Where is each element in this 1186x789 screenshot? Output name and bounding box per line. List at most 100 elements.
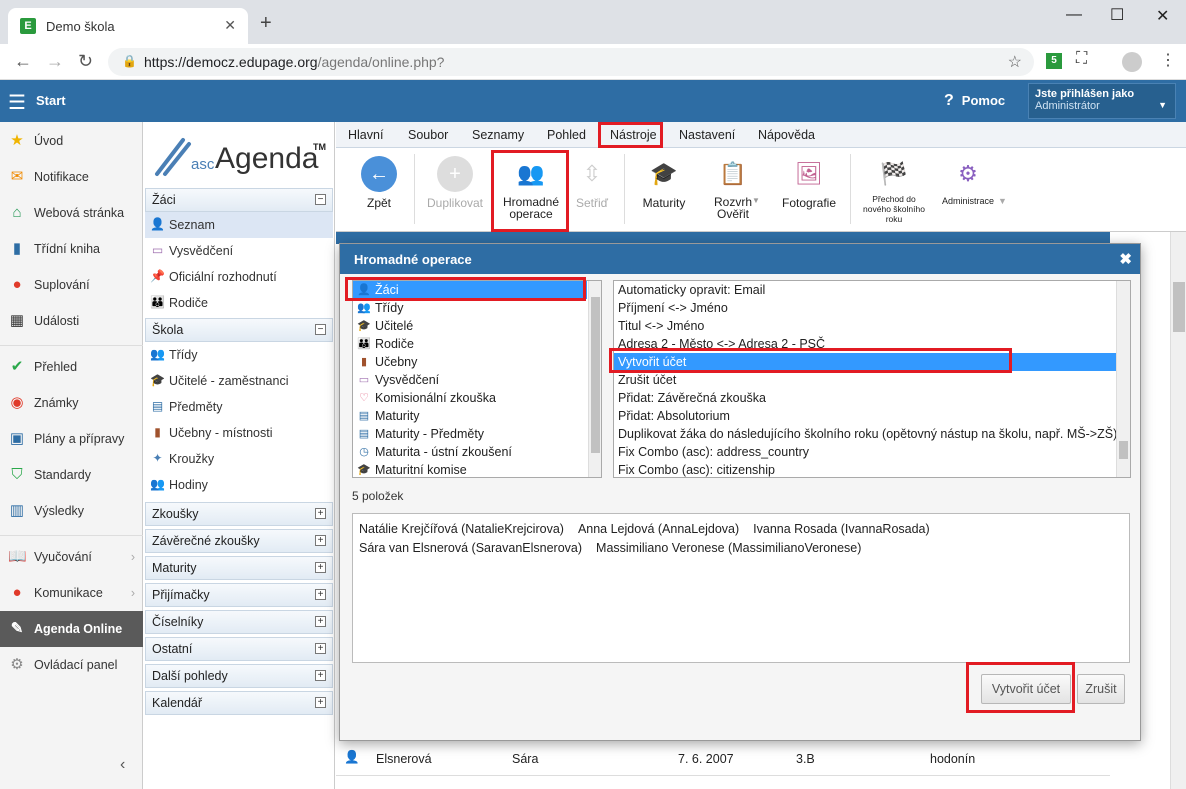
url-field[interactable]: 🔒 https://democz.edupage.org/agenda/onli… (108, 48, 1034, 76)
close-icon[interactable]: ✖ (1119, 250, 1132, 268)
nav-item-prehled[interactable]: ✔ Přehled (0, 349, 143, 385)
close-tab-icon[interactable]: ✕ (224, 17, 236, 34)
nav-item-vyucovani[interactable]: 📖 Vyučování › (0, 539, 143, 575)
section-zkousky[interactable]: Zkoušky + (145, 502, 333, 526)
prechod-button[interactable]: 🏁 Přechod do nového školního roku (856, 152, 932, 225)
list-scrollbar[interactable] (1116, 281, 1130, 477)
screen-capture-icon[interactable]: ⛶ (1076, 50, 1087, 68)
dropdown-arrow-icon[interactable]: ▼ (998, 196, 1007, 206)
expand-icon[interactable]: + (315, 643, 326, 654)
side-item-tridy[interactable]: 👥 Třídy (145, 342, 333, 368)
page-scrollbar[interactable] (1170, 232, 1186, 789)
list-item[interactable]: Fix Combo (asc): citizenship (614, 461, 775, 477)
tab-seznamy[interactable]: Seznamy (472, 128, 524, 142)
tab-nastroje[interactable]: Nástroje (610, 128, 657, 142)
nav-item-komunikace[interactable]: ● Komunikace › (0, 575, 143, 611)
list-scrollbar[interactable] (588, 281, 601, 477)
list-item[interactable]: Duplikovat žáka do následujícího školníh… (614, 425, 1117, 443)
section-ciselniky[interactable]: Číselníky + (145, 610, 333, 634)
list-item[interactable]: Zrušit účet (614, 371, 676, 389)
section-maturity[interactable]: Maturity + (145, 556, 333, 580)
administrace-button[interactable]: ⚙ Administrace (938, 152, 998, 206)
nav-item-vysledky[interactable]: ▥ Výsledky (0, 493, 143, 529)
bookmark-star-icon[interactable]: ☆ (1008, 52, 1022, 72)
close-window-icon[interactable]: ✕ (1156, 6, 1169, 26)
side-item-oficialni-rozhodnuti[interactable]: 📌 Oficiální rozhodnutí (145, 264, 333, 290)
list-item[interactable]: 👥 Třídy (353, 299, 403, 317)
setrid-button[interactable]: ⇳ Setřiď (572, 152, 612, 210)
nav-item-uvod[interactable]: ★ Úvod (0, 123, 143, 159)
nav-item-notifikace[interactable]: ✉ Notifikace (0, 159, 143, 195)
nav-item-znamky[interactable]: ◉ Známky (0, 385, 143, 421)
scrollbar-thumb[interactable] (1173, 282, 1185, 332)
dropdown-arrow-icon[interactable]: ▼ (752, 196, 760, 205)
extension-icon[interactable]: 5 (1046, 53, 1062, 69)
side-item-ucitele[interactable]: 🎓 Učitelé - zaměstnanci (145, 368, 333, 394)
side-item-ucebny[interactable]: ▮ Učebny - místnosti (145, 420, 333, 446)
list-item[interactable]: ◷ Maturita - ústní zkoušení (353, 443, 512, 461)
list-item[interactable]: Přidat: Absolutorium (614, 407, 730, 425)
forward-icon[interactable]: → (46, 51, 64, 72)
side-item-seznam[interactable]: 👤 Seznam (145, 212, 333, 238)
list-item[interactable]: 👤 Žáci (353, 281, 587, 299)
list-item[interactable]: ♡ Komisionální zkouška (353, 389, 496, 407)
side-item-hodiny[interactable]: 👥 Hodiny (145, 472, 333, 498)
list-item[interactable]: 🎓 Maturitní komise (353, 461, 467, 477)
expand-icon[interactable]: + (315, 616, 326, 627)
list-item[interactable]: Titul <-> Jméno (614, 317, 704, 335)
minimize-icon[interactable]: — (1066, 6, 1082, 24)
create-account-button[interactable]: Vytvořit účet (981, 674, 1071, 704)
section-skola[interactable]: Škola − (145, 318, 333, 342)
collapse-icon[interactable]: − (315, 194, 326, 205)
hromadne-operace-button[interactable]: 👥 Hromadné operace (494, 152, 568, 221)
new-tab-icon[interactable]: + (260, 12, 272, 35)
side-item-rodice[interactable]: 👪 Rodiče (145, 290, 333, 316)
section-dalsi-pohledy[interactable]: Další pohledy + (145, 664, 333, 688)
collapse-nav-icon[interactable]: ‹ (120, 756, 125, 774)
start-label[interactable]: Start (36, 93, 66, 108)
expand-icon[interactable]: + (315, 670, 326, 681)
tab-napoveda[interactable]: Nápověda (758, 128, 815, 142)
list-item[interactable]: Vytvořit účet (614, 353, 1116, 371)
zpet-button[interactable]: ← Zpět (354, 152, 404, 210)
tab-hlavni[interactable]: Hlavní (348, 128, 383, 142)
list-item[interactable]: Adresa 2 - Město <-> Adresa 2 - PSČ (614, 335, 825, 353)
cancel-button[interactable]: Zrušit (1077, 674, 1125, 704)
maturity-button[interactable]: 🎓 Maturity (634, 152, 694, 210)
nav-item-ovladaci-panel[interactable]: ⚙ Ovládací panel (0, 647, 143, 683)
side-item-predmety[interactable]: ▤ Předměty (145, 394, 333, 420)
collapse-icon[interactable]: − (315, 324, 326, 335)
expand-icon[interactable]: + (315, 508, 326, 519)
list-item[interactable]: Automaticky opravit: Email (614, 281, 765, 299)
tab-nastaveni[interactable]: Nastavení (679, 128, 735, 142)
help-button[interactable]: ? Pomoc (944, 92, 1005, 110)
maximize-icon[interactable]: ☐ (1110, 5, 1124, 25)
section-zaverecne[interactable]: Závěrečné zkoušky + (145, 529, 333, 553)
tab-soubor[interactable]: Soubor (408, 128, 448, 142)
tab-pohled[interactable]: Pohled (547, 128, 586, 142)
nav-item-suplovani[interactable]: ● Suplování (0, 267, 143, 303)
list-item[interactable]: Příjmení <-> Jméno (614, 299, 728, 317)
nav-item-standardy[interactable]: ⛉ Standardy (0, 457, 143, 493)
list-item[interactable]: ▤ Maturity - Předměty (353, 425, 484, 443)
user-menu[interactable]: Jste přihlášen jako Administrátor ▼ (1028, 83, 1176, 119)
nav-item-agenda-online[interactable]: ✎ Agenda Online (0, 611, 143, 647)
expand-icon[interactable]: + (315, 562, 326, 573)
back-icon[interactable]: ← (14, 51, 32, 72)
nav-item-udalosti[interactable]: ▦ Události (0, 303, 143, 339)
expand-icon[interactable]: + (315, 535, 326, 546)
list-item[interactable]: ▭ Vysvědčení (353, 371, 439, 389)
scrollbar-thumb[interactable] (591, 297, 600, 453)
list-item[interactable]: Přidat: Závěrečná zkouška (614, 389, 766, 407)
list-item[interactable]: ▮ Učebny (353, 353, 417, 371)
list-item[interactable]: Fix Combo (asc): address_country (614, 443, 809, 461)
selected-students-box[interactable]: Natálie Krejčířová (NatalieKrejcirova) An… (352, 513, 1130, 663)
list-item[interactable]: ▤ Maturity (353, 407, 420, 425)
operations-list[interactable]: Automaticky opravit: Email Příjmení <-> … (613, 280, 1131, 478)
profile-avatar-icon[interactable] (1122, 52, 1142, 72)
nav-item-plany[interactable]: ▣ Plány a přípravy (0, 421, 143, 457)
table-row[interactable]: 👤 Elsnerová Sára 7. 6. 2007 3.B hodonín (336, 740, 1110, 776)
section-kalendar[interactable]: Kalendář + (145, 691, 333, 715)
scrollbar-thumb[interactable] (1119, 441, 1128, 459)
list-item[interactable]: 🎓 Učitelé (353, 317, 413, 335)
